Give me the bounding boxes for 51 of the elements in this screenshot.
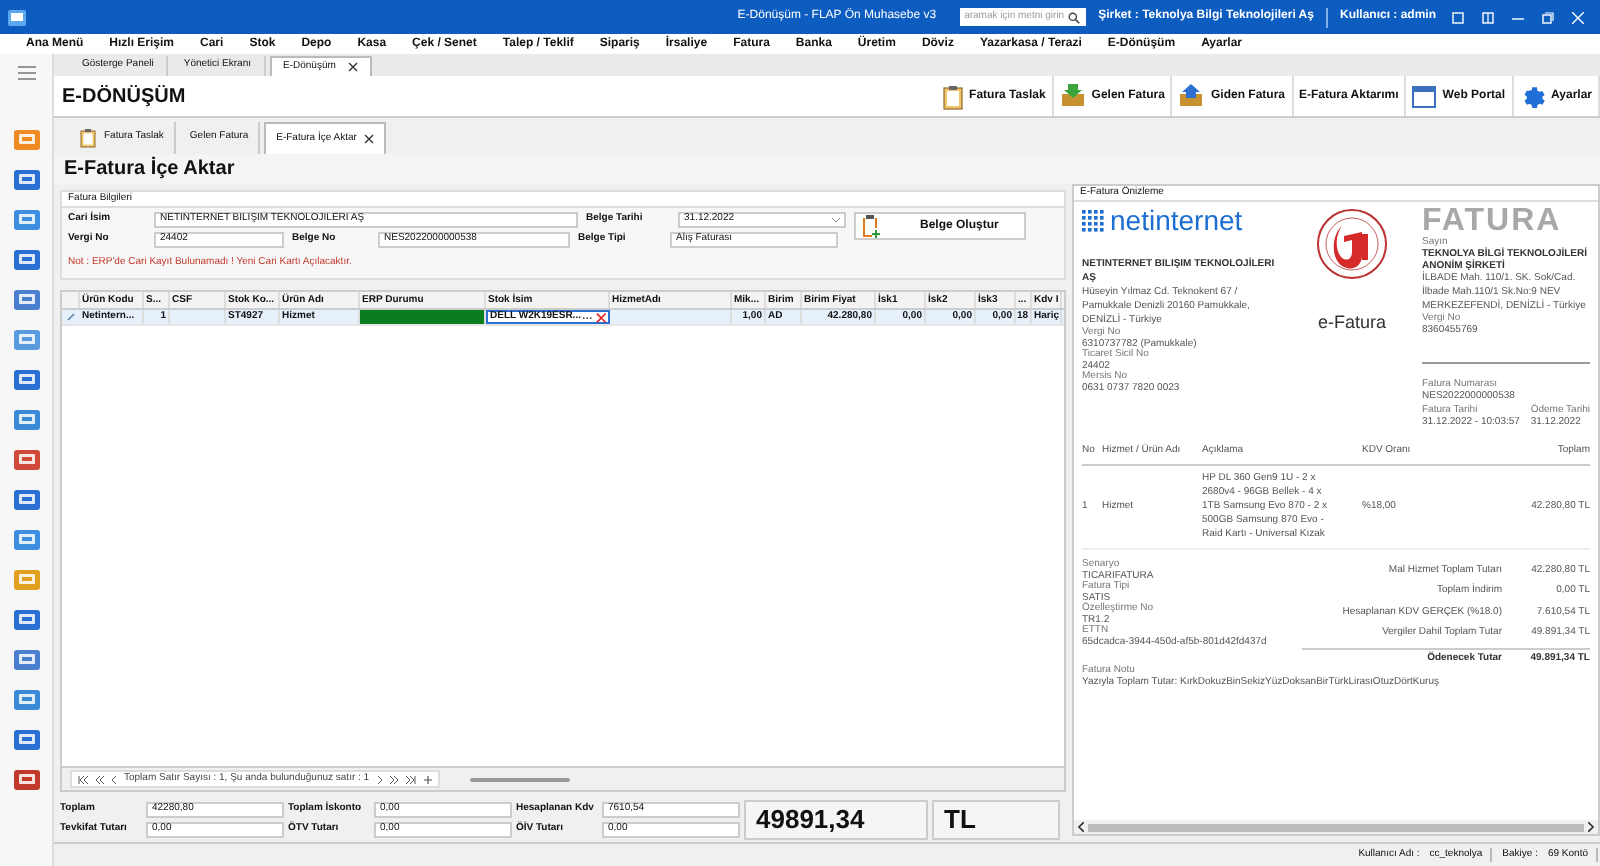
module-icon[interactable] bbox=[13, 728, 39, 752]
window-icon[interactable] bbox=[1482, 11, 1494, 23]
settings-icon bbox=[1519, 83, 1546, 109]
module-icon[interactable] bbox=[13, 328, 39, 352]
module-icon[interactable] bbox=[13, 168, 39, 192]
grand-total: 49891,34 bbox=[744, 800, 928, 840]
seal-logo-icon bbox=[1314, 206, 1390, 282]
module-icon[interactable] bbox=[13, 128, 39, 152]
module-icon[interactable] bbox=[13, 368, 39, 392]
app-icon bbox=[8, 9, 26, 25]
currency-label: TL bbox=[932, 800, 1060, 840]
module-icon[interactable] bbox=[13, 528, 39, 552]
close-icon[interactable] bbox=[347, 62, 358, 72]
plus-icon[interactable] bbox=[423, 775, 432, 783]
maximize-icon[interactable] bbox=[1542, 11, 1554, 23]
menu-icon[interactable] bbox=[17, 66, 35, 80]
chevron-down-icon bbox=[832, 217, 840, 223]
copy-icon[interactable] bbox=[1452, 11, 1464, 23]
module-icon[interactable] bbox=[13, 688, 39, 712]
clipboard-icon bbox=[941, 83, 964, 109]
module-icon[interactable] bbox=[13, 648, 39, 672]
document-title: FATURA bbox=[1422, 206, 1564, 238]
search-icon bbox=[1068, 11, 1081, 23]
page-title: E-Fatura İçe Aktar bbox=[64, 154, 235, 184]
close-icon[interactable] bbox=[364, 134, 375, 144]
scrollbar[interactable] bbox=[469, 777, 570, 781]
module-icon[interactable] bbox=[13, 448, 39, 472]
module-icon[interactable] bbox=[13, 408, 39, 432]
dots-logo-icon bbox=[1082, 209, 1106, 231]
module-title: E-DÖNÜŞÜM bbox=[62, 83, 188, 111]
scroll-left-icon[interactable] bbox=[1078, 822, 1084, 832]
next-page-icon[interactable] bbox=[389, 775, 398, 783]
previous-page-icon[interactable] bbox=[96, 775, 104, 783]
efatura-label: e-Fatura bbox=[1317, 310, 1386, 336]
scroll-right-icon[interactable] bbox=[1588, 822, 1594, 832]
tray-arrow-icon bbox=[1059, 84, 1086, 108]
clipboard-plus-icon bbox=[860, 214, 880, 238]
clipboard-icon bbox=[80, 128, 96, 148]
close-icon[interactable] bbox=[595, 311, 606, 323]
module-icon[interactable] bbox=[13, 768, 39, 792]
last-page-icon[interactable] bbox=[405, 775, 416, 783]
module-icon[interactable] bbox=[13, 248, 39, 272]
brand-logo: netinternet bbox=[1110, 206, 1243, 234]
module-icon[interactable] bbox=[13, 208, 39, 232]
first-page-icon[interactable] bbox=[78, 775, 88, 783]
horizontal-scrollbar[interactable] bbox=[1074, 820, 1598, 834]
module-icon[interactable] bbox=[13, 488, 39, 512]
module-icon[interactable] bbox=[13, 608, 39, 632]
tray-arrow-icon bbox=[1178, 84, 1205, 108]
module-icon[interactable] bbox=[13, 288, 39, 312]
window-icon bbox=[1412, 85, 1437, 107]
